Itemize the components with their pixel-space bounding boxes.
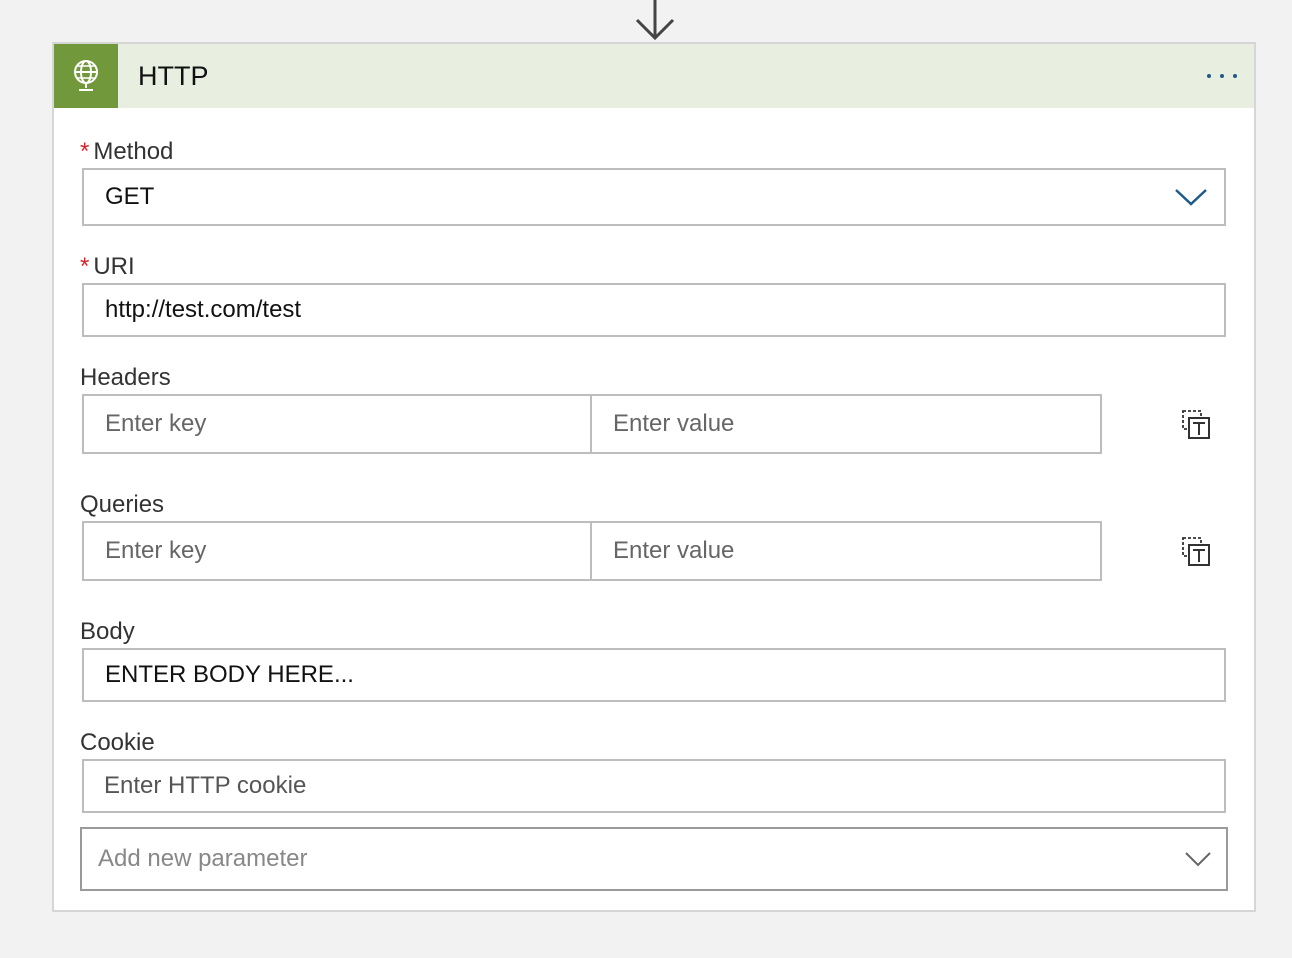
method-label-text: Method: [93, 138, 174, 165]
queries-value-placeholder: Enter value: [613, 537, 735, 564]
uri-input[interactable]: http://test.com/test: [82, 283, 1226, 337]
body-label: Body: [80, 618, 135, 645]
http-action-card: HTTP * Method GET * URI http://test.com/te…: [52, 42, 1256, 912]
required-marker: *: [80, 253, 90, 280]
action-title: HTTP: [138, 61, 209, 91]
queries-label: Queries: [80, 491, 165, 518]
chevron-down-icon[interactable]: [1174, 187, 1208, 207]
queries-key-placeholder: Enter key: [105, 537, 207, 564]
headers-value-input[interactable]: Enter value: [590, 394, 1102, 454]
body-value: ENTER BODY HERE...: [105, 661, 354, 688]
body-input[interactable]: ENTER BODY HERE...: [82, 648, 1226, 702]
method-label: * Method: [80, 138, 173, 166]
headers-value-placeholder: Enter value: [613, 410, 735, 437]
headers-key-input[interactable]: Enter key: [82, 394, 592, 454]
cookie-input[interactable]: Enter HTTP cookie: [82, 759, 1226, 813]
uri-label: * URI: [80, 253, 135, 281]
more-options-button[interactable]: [1204, 62, 1240, 90]
cookie-placeholder: Enter HTTP cookie: [104, 772, 307, 799]
switch-to-text-mode-icon[interactable]: [1180, 408, 1214, 442]
headers-key-placeholder: Enter key: [105, 410, 207, 437]
method-value: GET: [105, 183, 155, 210]
globe-icon: [74, 60, 98, 91]
uri-label-text: URI: [93, 253, 135, 280]
uri-value: http://test.com/test: [105, 296, 302, 323]
switch-to-text-mode-icon[interactable]: [1180, 535, 1214, 569]
action-icon-box: [54, 44, 118, 108]
method-select[interactable]: GET: [82, 168, 1226, 226]
queries-value-input[interactable]: Enter value: [590, 521, 1102, 581]
dot: [1220, 74, 1224, 78]
headers-label: Headers: [80, 364, 171, 391]
card-header[interactable]: HTTP: [54, 44, 1254, 108]
flow-arrow-icon: [635, 0, 675, 41]
add-parameter-placeholder: Add new parameter: [98, 845, 308, 872]
queries-key-input[interactable]: Enter key: [82, 521, 592, 581]
dot: [1207, 74, 1211, 78]
add-new-parameter-dropdown[interactable]: Add new parameter: [80, 827, 1228, 891]
chevron-down-icon[interactable]: [1184, 851, 1212, 867]
cookie-label: Cookie: [80, 729, 155, 756]
required-marker: *: [80, 138, 90, 165]
dot: [1233, 74, 1237, 78]
